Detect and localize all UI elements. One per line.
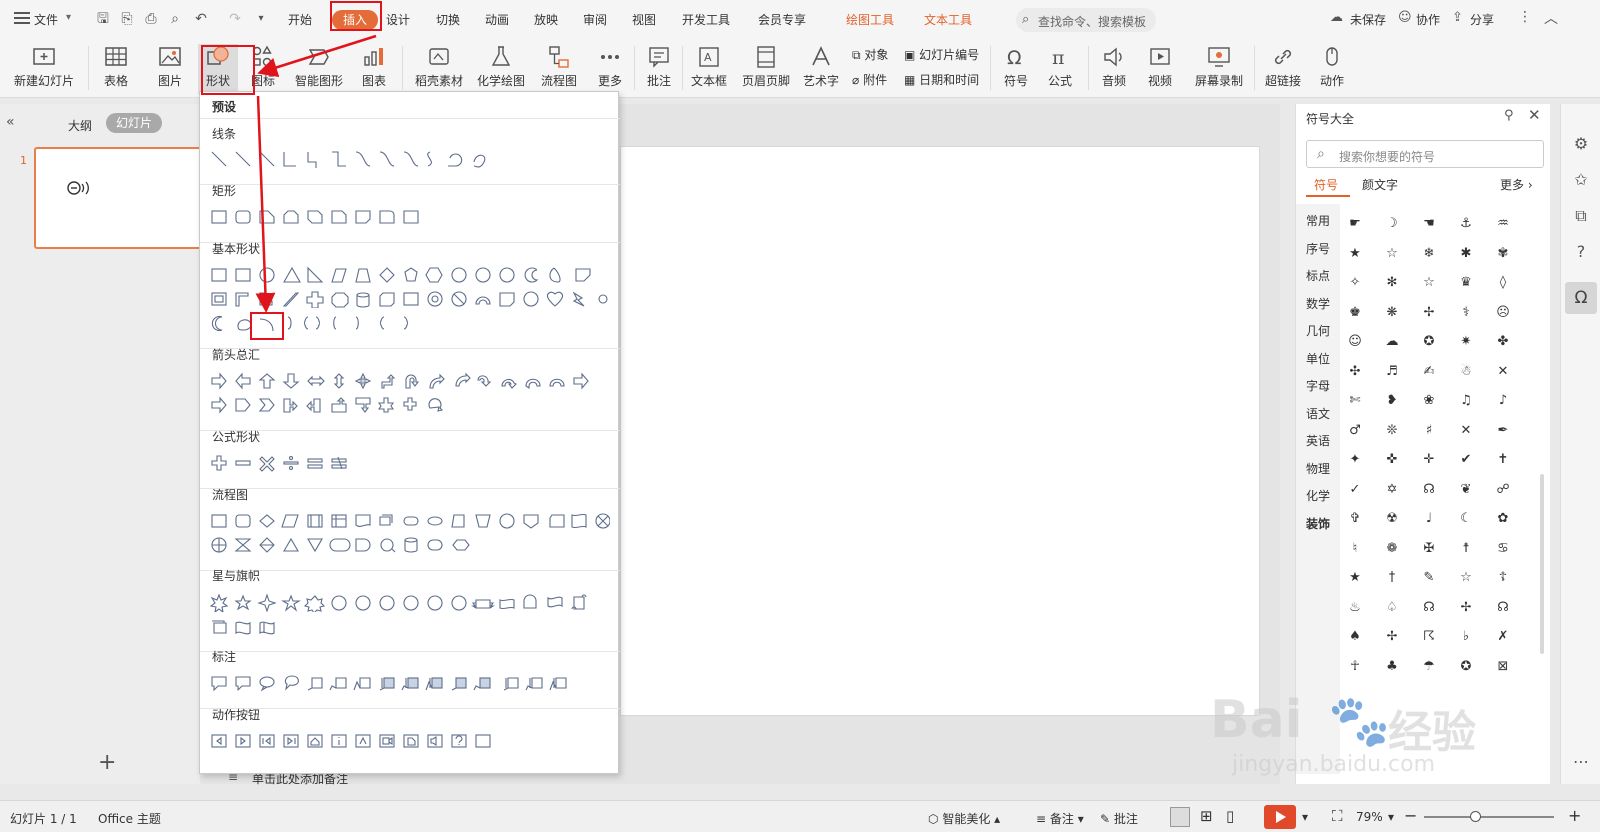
annotation-arrows [255,34,377,313]
